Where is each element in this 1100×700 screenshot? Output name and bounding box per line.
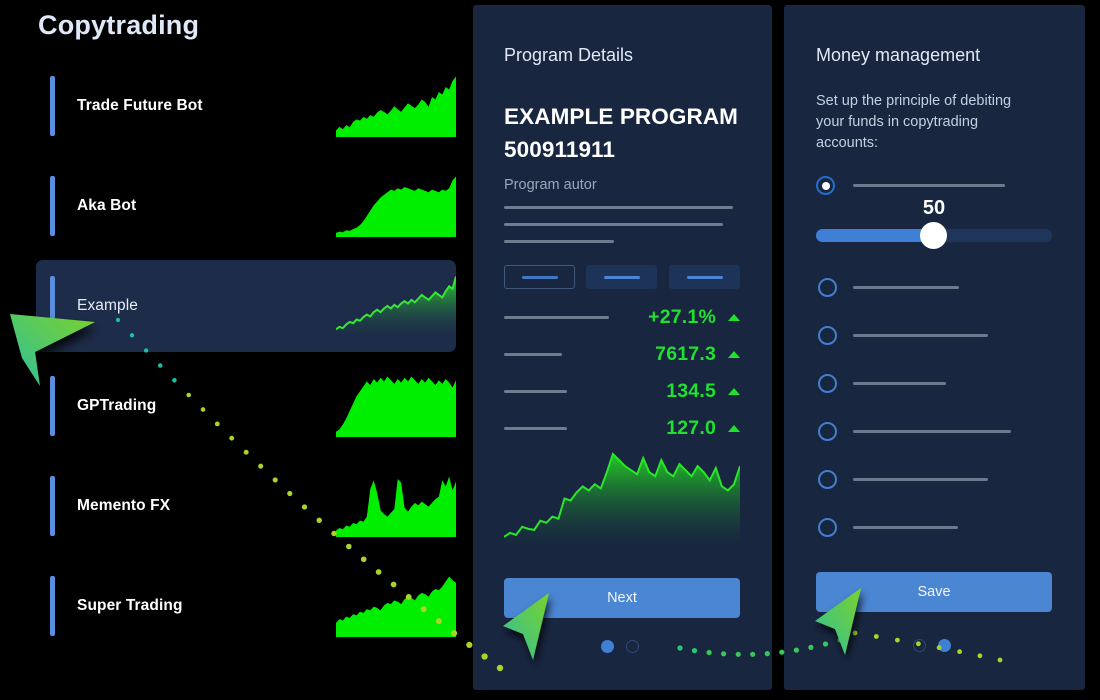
program-item-accent-bar (50, 576, 55, 636)
radio-option-2[interactable] (818, 326, 837, 345)
amount-slider-group: 0.1 50 100 (816, 0, 1052, 219)
stat-value: 7617.3 (655, 342, 716, 365)
stat-label-placeholder (504, 389, 567, 393)
money-management-heading: Money management (816, 45, 981, 65)
stat-label-placeholder (504, 315, 609, 319)
program-details-dot-1[interactable] (601, 640, 614, 653)
option-label-placeholder (853, 184, 1005, 187)
program-item-accent-bar (50, 476, 55, 536)
detail-tab-button-1[interactable] (504, 265, 575, 289)
program-item-name: Super Trading (77, 597, 183, 614)
next-button[interactable]: Next (504, 578, 740, 618)
stat-label-placeholder (504, 352, 562, 356)
radio-option-6[interactable] (818, 518, 837, 537)
option-label-placeholder (853, 478, 988, 481)
caret-up-icon (728, 313, 740, 321)
program-item-accent-bar (50, 376, 55, 436)
radio-option-primary[interactable] (816, 176, 835, 195)
slider-value: 50 (922, 197, 946, 219)
program-list-item[interactable]: Memento FX (0, 456, 470, 556)
save-button[interactable]: Save (816, 572, 1052, 612)
stat-value: +27.1% (648, 305, 716, 328)
program-item-name: GPTrading (77, 397, 157, 414)
amount-slider-fill (816, 229, 934, 242)
amount-slider-knob[interactable] (920, 222, 947, 249)
program-item-sparkline (336, 275, 456, 337)
money-management-dot-2[interactable] (938, 639, 951, 652)
program-list-item[interactable]: Trade Future Bot (0, 56, 470, 156)
detail-tab-button-3[interactable] (669, 265, 740, 289)
radio-option-3[interactable] (818, 374, 837, 393)
placeholder-line (504, 223, 723, 226)
placeholder-label (603, 275, 640, 279)
radio-option-4[interactable] (818, 422, 837, 441)
program-item-accent-bar (50, 176, 55, 236)
program-list-item[interactable]: Example (0, 256, 470, 356)
stat-label-placeholder (504, 426, 567, 430)
program-item-sparkline (336, 475, 456, 537)
program-item-sparkline (336, 175, 456, 237)
stat-row: 127.0 (504, 414, 740, 442)
program-item-accent-bar (50, 276, 55, 336)
option-label-placeholder (853, 286, 959, 289)
program-item-name: Aka Bot (77, 197, 137, 214)
placeholder-label (521, 275, 558, 279)
program-item-accent-bar (50, 76, 55, 136)
option-label-placeholder (853, 430, 1011, 433)
program-list-item[interactable]: Aka Bot (0, 156, 470, 256)
amount-slider-track[interactable] (816, 222, 1052, 249)
option-label-placeholder (853, 526, 958, 529)
caret-up-icon (728, 424, 740, 432)
program-performance-chart (504, 450, 740, 547)
radio-option-5[interactable] (818, 470, 837, 489)
detail-tab-button-2[interactable] (586, 265, 657, 289)
program-item-name: Trade Future Bot (77, 97, 203, 114)
copytrading-panel: Copytrading Trade Future Bot Aka Bot Examp… (0, 0, 470, 700)
program-item-sparkline (336, 75, 456, 137)
program-list-item[interactable]: GPTrading (0, 356, 470, 456)
placeholder-line (504, 206, 733, 209)
money-management-dot-1[interactable] (913, 639, 926, 652)
program-author-label: Program autor (504, 177, 597, 193)
program-item-name: Memento FX (77, 497, 171, 514)
radio-option-1[interactable] (818, 278, 837, 297)
placeholder-line (504, 240, 614, 243)
program-list: Trade Future Bot Aka Bot Example GPTrading M… (0, 56, 470, 656)
program-details-heading: Program Details (504, 45, 634, 65)
money-management-description: Set up the principle of debiting your fu… (816, 93, 1012, 151)
caret-up-icon (728, 387, 740, 395)
stat-row: +27.1% (504, 303, 740, 331)
program-item-sparkline (336, 375, 456, 437)
page-title: Copytrading (38, 10, 200, 40)
program-name: EXAMPLE PROGRAM 500911911 (504, 104, 739, 162)
app-root: Copytrading Trade Future Bot Aka Bot Examp… (0, 0, 1100, 700)
program-details-dot-2[interactable] (626, 640, 639, 653)
option-label-placeholder (853, 334, 988, 337)
program-item-sparkline (336, 575, 456, 637)
stat-row: 134.5 (504, 377, 740, 405)
stat-row: 7617.3 (504, 340, 740, 368)
option-label-placeholder (853, 382, 946, 385)
program-list-item[interactable]: Super Trading (0, 556, 470, 656)
stat-value: 134.5 (666, 379, 716, 402)
stat-value: 127.0 (666, 416, 716, 439)
caret-up-icon (728, 350, 740, 358)
program-item-name: Example (77, 297, 139, 314)
program-details-pagination[interactable] (601, 640, 639, 653)
placeholder-label (686, 275, 723, 279)
money-management-pagination[interactable] (913, 639, 951, 652)
